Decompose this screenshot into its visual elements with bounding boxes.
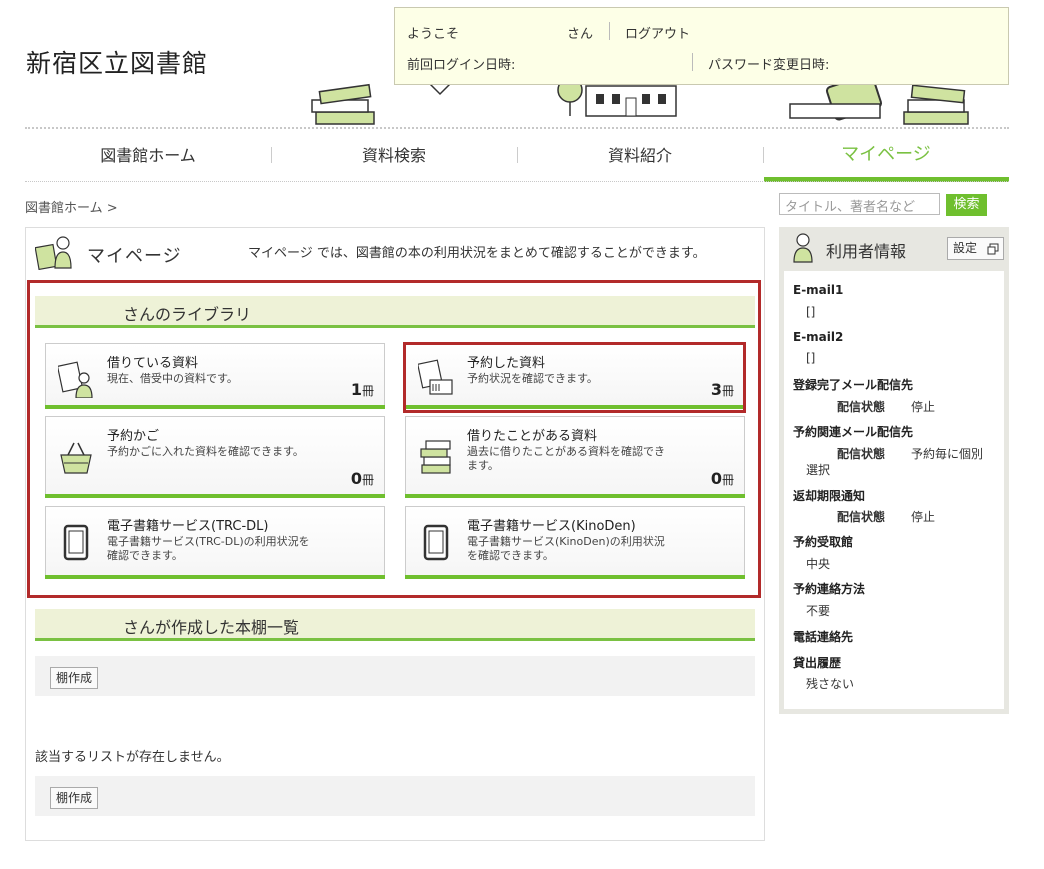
card-title: 電子書籍サービス(KinoDen) <box>467 519 636 534</box>
nav-item-mypage[interactable]: マイページ <box>763 140 1009 166</box>
field-value-cont: 選択 <box>806 463 831 477</box>
field-value: [] <box>806 305 816 319</box>
settings-button[interactable]: 設定 <box>947 237 1004 260</box>
count-value: 1 <box>350 380 362 399</box>
field-label: E-mail1 <box>793 283 844 297</box>
field-value: 残さない <box>806 677 855 691</box>
card-title: 電子書籍サービス(TRC-DL) <box>107 519 269 534</box>
card-ebook-trcdl[interactable]: 電子書籍サービス(TRC-DL) 電子書籍サービス(TRC-DL)の利用状況を確… <box>45 506 385 579</box>
card-description: 電子書籍サービス(TRC-DL)の利用状況を確認できます。 <box>107 535 310 562</box>
tablet-icon <box>63 524 89 561</box>
field-label: 予約受取館 <box>793 535 854 549</box>
nav-item-search[interactable]: 資料検索 <box>271 142 517 166</box>
empty-list-message: 該当するリストが存在しません。 <box>35 750 230 765</box>
card-description: 電子書籍サービス(KinoDen)の利用状況を確認できます。 <box>467 535 665 562</box>
create-shelf-button[interactable]: 棚作成 <box>50 787 99 809</box>
field-label: 電話連絡先 <box>793 630 854 644</box>
card-count: 0冊 <box>351 469 374 488</box>
bookshelf-heading: さんが作成した本棚一覧 <box>123 618 300 637</box>
count-value: 0 <box>710 469 722 488</box>
nav-bottom-divider <box>25 181 1009 182</box>
logout-link[interactable]: ログアウト <box>625 23 690 42</box>
field-sub-label: 配信状態 <box>837 400 886 414</box>
field-sub-label: 配信状態 <box>837 447 886 461</box>
card-title: 借りている資料 <box>107 356 199 371</box>
count-unit: 冊 <box>361 473 374 487</box>
mypage-title: マイページ <box>87 246 182 267</box>
card-basket[interactable]: 予約かご 予約かごに入れた資料を確認できます。 0冊 <box>45 416 385 498</box>
field-value: 停止 <box>911 400 936 414</box>
books-illustration-right <box>903 84 969 125</box>
field-value: 予約毎に個別 <box>911 447 984 461</box>
nav-top-divider <box>25 127 1009 129</box>
nav-item-introduction[interactable]: 資料紹介 <box>517 142 763 166</box>
nav-item-library-home[interactable]: 図書館ホーム <box>25 142 271 166</box>
card-ebook-kinoden[interactable]: 電子書籍サービス(KinoDen) 電子書籍サービス(KinoDen)の利用状況… <box>405 506 745 579</box>
site-title: 新宿区立図書館 <box>26 49 209 78</box>
card-description: 予約かごに入れた資料を確認できます。 <box>107 445 304 458</box>
login-info-box: ようこそ さん ログアウト 前回ログイン日時: パスワード変更日時: <box>394 7 1009 85</box>
user-san-label: さん <box>567 27 594 42</box>
borrowed-books-icon <box>58 361 93 398</box>
search-button[interactable]: 検索 <box>946 194 987 216</box>
count-unit: 冊 <box>361 384 374 398</box>
card-title: 借りたことがある資料 <box>467 429 598 444</box>
bookshelf-toolbar-top: 棚作成 <box>35 656 755 696</box>
count-value: 0 <box>350 469 362 488</box>
search-input[interactable]: タイトル、著者名など <box>779 193 940 215</box>
field-label: E-mail2 <box>793 330 844 344</box>
card-history[interactable]: 借りたことがある資料 過去に借りたことがある資料を確認できます。 0冊 <box>405 416 745 498</box>
field-label: 予約連絡方法 <box>793 582 866 596</box>
field-value: 中央 <box>806 557 831 571</box>
library-section-header: さんのライブラリ <box>35 296 755 328</box>
books-illustration-left <box>311 83 375 125</box>
reserved-card-highlight <box>403 342 746 413</box>
welcome-label: ようこそ <box>407 27 460 42</box>
bookshelf-toolbar-bottom: 棚作成 <box>35 776 755 816</box>
card-title: 予約かご <box>107 429 160 444</box>
external-window-icon <box>987 243 999 255</box>
settings-label: 設定 <box>953 241 978 255</box>
library-heading: さんのライブラリ <box>123 305 252 324</box>
breadcrumb-separator: > <box>106 201 118 216</box>
mypage-description: マイページ では、図書館の本の利用状況をまとめて確認することができます。 <box>248 246 706 261</box>
field-label: 貸出履歴 <box>793 656 842 670</box>
create-shelf-button[interactable]: 棚作成 <box>50 667 99 689</box>
breadcrumb: 図書館ホーム > <box>25 197 118 216</box>
field-label: 予約関連メール配信先 <box>793 425 914 439</box>
field-label: 登録完了メール配信先 <box>793 378 914 392</box>
field-value: 不要 <box>806 604 831 618</box>
mypage-user-icon <box>35 236 72 270</box>
last-login-label: 前回ログイン日時: <box>407 58 516 73</box>
field-value: 停止 <box>911 510 936 524</box>
field-label: 返却期限通知 <box>793 489 866 503</box>
card-borrowed[interactable]: 借りている資料 現在、借受中の資料です。 1冊 <box>45 343 385 409</box>
count-unit: 冊 <box>721 473 734 487</box>
breadcrumb-home-link[interactable]: 図書館ホーム <box>25 201 103 216</box>
field-sub-label: 配信状態 <box>837 510 886 524</box>
card-count: 1冊 <box>351 380 374 399</box>
user-info-title: 利用者情報 <box>826 242 907 261</box>
card-count: 0冊 <box>711 469 734 488</box>
user-icon <box>793 233 813 263</box>
book-stack-icon <box>420 440 451 474</box>
tablet-icon <box>423 524 449 561</box>
card-description: 過去に借りたことがある資料を確認できます。 <box>467 445 665 472</box>
card-description: 現在、借受中の資料です。 <box>107 372 238 385</box>
password-changed-label: パスワード変更日時: <box>708 58 830 73</box>
bookshelf-section-header: さんが作成した本棚一覧 <box>35 609 755 641</box>
basket-icon <box>60 442 92 474</box>
field-value: [] <box>806 351 816 365</box>
